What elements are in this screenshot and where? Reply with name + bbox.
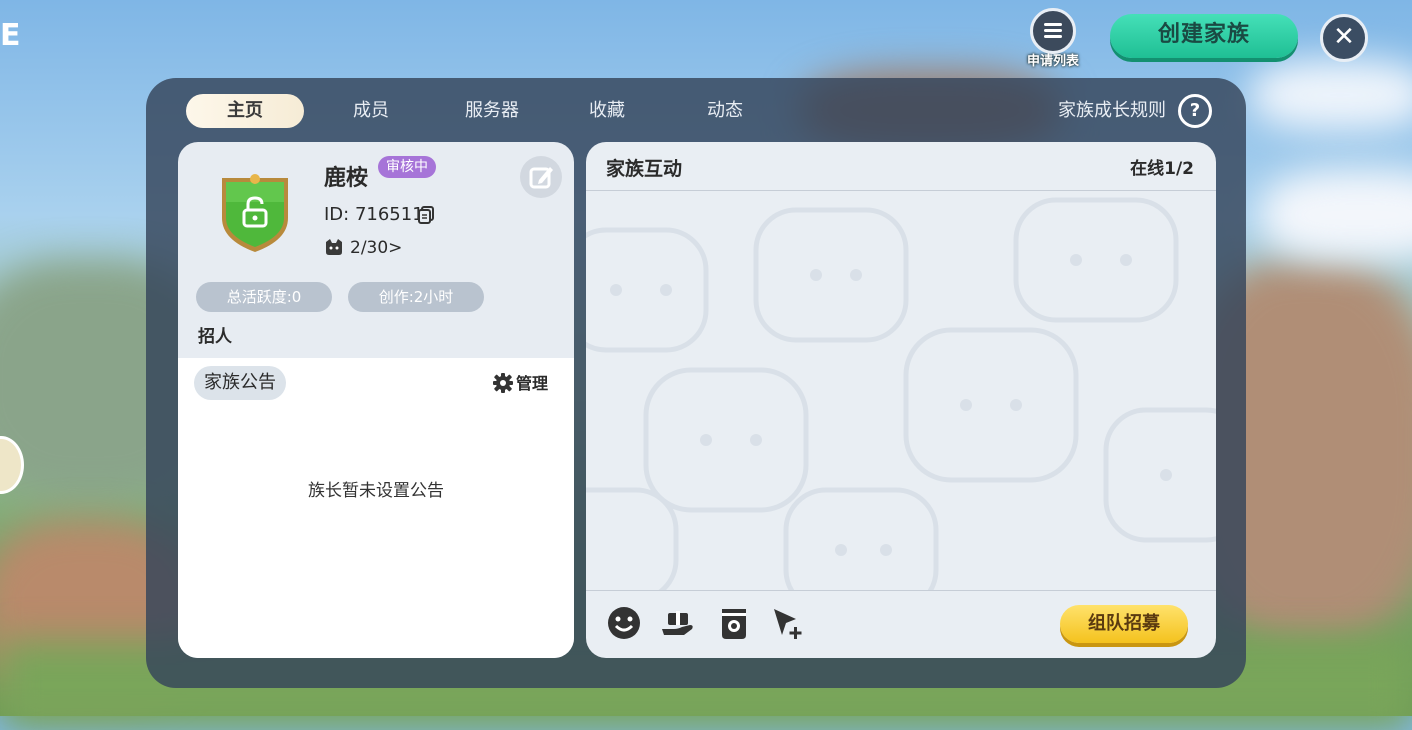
tab-activity[interactable]: 动态 — [680, 94, 770, 128]
notice-tag: 家族公告 — [194, 366, 286, 400]
empty-notice-text: 族长暂未设置公告 — [308, 481, 444, 501]
emoji-icon[interactable] — [606, 605, 642, 641]
recruit-label: 招人 — [198, 327, 232, 347]
creation-time-pill: 创作:2小时 — [348, 282, 484, 312]
manage-button[interactable]: 管理 — [492, 370, 548, 394]
gift-icon[interactable] — [660, 605, 696, 641]
member-count-link[interactable]: 2/30> — [324, 238, 402, 258]
copy-icon[interactable] — [418, 206, 434, 224]
cursor-add-icon[interactable] — [770, 605, 806, 641]
pouch-icon[interactable] — [716, 605, 752, 641]
status-badge: 审核中 — [378, 156, 436, 178]
edit-button[interactable] — [520, 156, 562, 198]
background-cloud — [1250, 60, 1412, 130]
apply-list-button[interactable]: 申请列表 — [1018, 8, 1088, 69]
create-family-button[interactable]: 创建家族 — [1110, 14, 1298, 58]
help-icon[interactable]: ? — [1178, 94, 1212, 128]
member-icon — [326, 239, 342, 255]
interaction-header: 家族互动 在线1/2 — [586, 142, 1216, 191]
notice-section: 家族公告 管理 族长暂未设置公告 — [178, 358, 574, 658]
tab-servers[interactable]: 服务器 — [442, 94, 542, 128]
tab-home[interactable]: 主页 — [186, 94, 304, 128]
chat-toolbar: 组队招募 — [586, 590, 1216, 658]
family-id: ID: 716511 — [324, 204, 424, 225]
tab-members[interactable]: 成员 — [326, 94, 416, 128]
family-interaction-card: 家族互动 在线1/2 组队招募 — [586, 142, 1216, 658]
background-cloud — [1260, 170, 1412, 260]
growth-rules-label: 家族成长规则 — [1058, 100, 1166, 121]
family-name: 鹿桉 — [324, 166, 369, 191]
team-recruit-button[interactable]: 组队招募 — [1060, 605, 1188, 643]
gear-icon — [493, 373, 513, 393]
total-activity-pill: 总活跃度:0 — [196, 282, 332, 312]
family-shield-icon — [222, 174, 288, 252]
growth-rules-link[interactable]: 家族成长规则? — [1058, 94, 1212, 128]
family-info-card: 鹿桉 审核中 ID: 716511 2/30> 总活跃度:0 创作:2小时 招人… — [178, 142, 574, 658]
close-icon[interactable]: ✕ — [1320, 14, 1368, 62]
tab-favorites[interactable]: 收藏 — [562, 94, 652, 128]
manage-label: 管理 — [516, 374, 549, 393]
member-count: 2/30> — [350, 238, 403, 258]
interaction-title: 家族互动 — [606, 158, 683, 180]
list-icon — [1030, 8, 1076, 54]
chat-background-pattern — [586, 197, 1216, 590]
edit-icon — [529, 167, 553, 189]
edge-menu-icon[interactable]: E — [0, 18, 21, 53]
online-count: 在线1/2 — [1130, 159, 1194, 179]
